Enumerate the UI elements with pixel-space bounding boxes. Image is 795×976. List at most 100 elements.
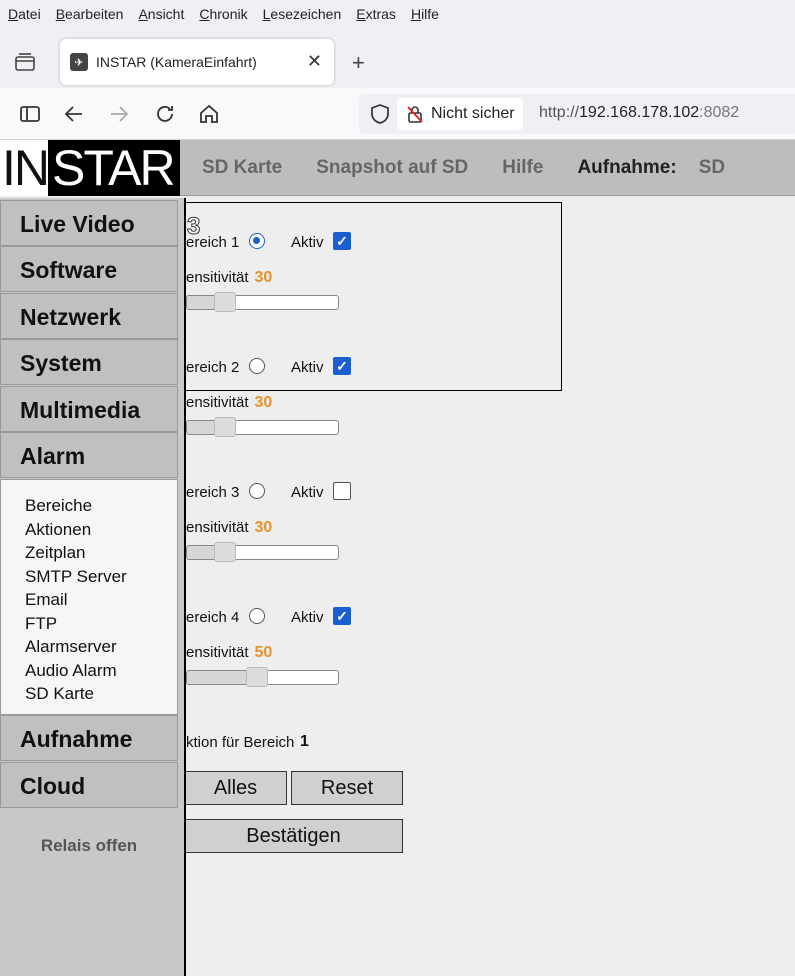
camera-favicon-icon: ✈ xyxy=(70,53,88,71)
area-2-active-checkbox[interactable]: ✓ xyxy=(333,357,351,375)
submenu-item-sd-karte[interactable]: SD Karte xyxy=(25,682,177,706)
menu-lesezeichen[interactable]: Lesezeichen xyxy=(263,6,342,22)
area-4-sensitivity: ensitivität 50 xyxy=(186,644,272,662)
close-tab-icon[interactable]: ✕ xyxy=(307,51,322,72)
top-nav: SD Karte Snapshot auf SD Hilfe Aufnahme:… xyxy=(202,157,759,179)
area-2-slider-thumb[interactable] xyxy=(214,417,236,437)
area-4-active-label: Aktiv xyxy=(291,609,324,626)
area-3-sens-label: ensitivität xyxy=(186,519,249,536)
area-1-sens-label: ensitivität xyxy=(186,269,249,286)
area-4-radio[interactable] xyxy=(249,608,265,624)
all-button[interactable]: Alles xyxy=(186,771,287,805)
area-2-sensitivity-slider[interactable] xyxy=(186,420,339,435)
submenu-item-aktionen[interactable]: Aktionen xyxy=(25,518,177,542)
url-scheme: http:// xyxy=(539,104,580,121)
nav-snapshot[interactable]: Snapshot auf SD xyxy=(316,157,468,179)
menu-extras[interactable]: Extras xyxy=(356,6,396,22)
sidebar-item-system[interactable]: System xyxy=(0,339,178,385)
area-2-sens-value: 30 xyxy=(254,394,273,411)
area-3-label: ereich 3 xyxy=(186,484,240,501)
logo-star: STAR xyxy=(48,140,180,196)
area-2-radio[interactable] xyxy=(249,358,265,374)
back-icon[interactable] xyxy=(62,102,86,126)
url-host: 192.168.178.102 xyxy=(579,104,700,121)
submenu-item-zeitplan[interactable]: Zeitplan xyxy=(25,541,177,565)
sidebar-toggle-icon[interactable] xyxy=(18,102,42,126)
area-3-radio[interactable] xyxy=(249,483,265,499)
area-4-sens-value: 50 xyxy=(254,644,273,661)
area-3-active-label: Aktiv xyxy=(291,484,324,501)
sidebar-item-aufnahme[interactable]: Aufnahme xyxy=(0,715,178,761)
url-port: :8082 xyxy=(699,104,740,121)
reload-icon[interactable] xyxy=(153,102,177,126)
area-3-active-checkbox[interactable] xyxy=(333,482,351,500)
reset-button[interactable]: Reset xyxy=(291,771,403,805)
tab-list-icon[interactable] xyxy=(10,50,40,76)
home-icon[interactable] xyxy=(197,102,221,126)
area-3-sensitivity: ensitivität 30 xyxy=(186,519,272,537)
area-1-label: ereich 1 xyxy=(186,234,240,251)
not-secure-badge[interactable]: Nicht sicher xyxy=(397,98,523,130)
tab-title: INSTAR (KameraEinfahrt) xyxy=(96,54,257,70)
forward-icon[interactable] xyxy=(107,102,131,126)
action-area-label: ktion für Bereich xyxy=(186,734,295,751)
area-3-sensitivity-slider[interactable] xyxy=(186,545,339,560)
record-value[interactable]: SD xyxy=(699,157,725,179)
url-bar[interactable]: Nicht sicher http://192.168.178.102:8082 xyxy=(359,94,795,134)
not-secure-label: Nicht sicher xyxy=(431,105,515,122)
sidebar-item-netzwerk[interactable]: Netzwerk xyxy=(0,293,178,339)
insecure-lock-icon xyxy=(405,104,425,124)
area-4-slider-thumb[interactable] xyxy=(246,667,268,687)
submenu-item-audio-alarm[interactable]: Audio Alarm xyxy=(25,659,177,683)
area-1-sens-value: 30 xyxy=(254,269,273,286)
new-tab-icon[interactable]: + xyxy=(352,50,365,76)
record-label: Aufnahme: xyxy=(577,157,677,178)
area-2-label: ereich 2 xyxy=(186,359,240,376)
menu-bearbeiten[interactable]: Bearbeiten xyxy=(56,6,124,22)
area-2-sensitivity: ensitivität 30 xyxy=(186,394,272,412)
logo-in: IN xyxy=(2,140,50,196)
area-1-sensitivity-slider[interactable] xyxy=(186,295,339,310)
browser-tab[interactable]: ✈ INSTAR (KameraEinfahrt) ✕ xyxy=(60,39,334,85)
submenu-item-bereiche[interactable]: Bereiche xyxy=(25,494,177,518)
confirm-button[interactable]: Bestätigen xyxy=(186,819,403,853)
shield-icon[interactable] xyxy=(369,103,391,125)
area-3-sens-value: 30 xyxy=(254,519,273,536)
alarm-submenu: Bereiche Aktionen Zeitplan SMTP Server E… xyxy=(0,479,178,715)
relay-status[interactable]: Relais offen xyxy=(0,836,178,856)
tab-bar: ✈ INSTAR (KameraEinfahrt) ✕ + xyxy=(0,28,795,88)
url-text[interactable]: http://192.168.178.102:8082 xyxy=(539,104,739,122)
area-2-sens-label: ensitivität xyxy=(186,394,249,411)
menu-datei[interactable]: Datei xyxy=(8,6,41,22)
menu-chronik[interactable]: Chronik xyxy=(199,6,247,22)
submenu-item-smtp[interactable]: SMTP Server xyxy=(25,565,177,589)
navigation-bar: Nicht sicher http://192.168.178.102:8082 xyxy=(0,88,795,140)
sidebar-item-cloud[interactable]: Cloud xyxy=(0,762,178,808)
action-area-value: 1 xyxy=(300,733,309,750)
area-4-sens-label: ensitivität xyxy=(186,644,249,661)
area-1-slider-thumb[interactable] xyxy=(214,292,236,312)
menu-hilfe[interactable]: Hilfe xyxy=(411,6,439,22)
nav-sd-karte[interactable]: SD Karte xyxy=(202,157,282,179)
menu-ansicht[interactable]: Ansicht xyxy=(138,6,184,22)
alarm-areas-panel: 3 ereich 1 Aktiv ✓ ensitivität 30 ereich … xyxy=(186,198,795,976)
area-1-radio[interactable] xyxy=(249,233,265,249)
area-2-active-label: Aktiv xyxy=(291,359,324,376)
nav-hilfe[interactable]: Hilfe xyxy=(502,157,543,179)
sidebar-item-multimedia[interactable]: Multimedia xyxy=(0,386,178,432)
area-1-active-label: Aktiv xyxy=(291,234,324,251)
page-header: IN STAR SD Karte Snapshot auf SD Hilfe Au… xyxy=(0,140,795,196)
area-1-sensitivity: ensitivität 30 xyxy=(186,269,272,287)
area-1-active-checkbox[interactable]: ✓ xyxy=(333,232,351,250)
sidebar-item-alarm[interactable]: Alarm xyxy=(0,432,178,478)
area-4-label: ereich 4 xyxy=(186,609,240,626)
submenu-item-alarmserver[interactable]: Alarmserver xyxy=(25,635,177,659)
sidebar-item-live-video[interactable]: Live Video xyxy=(0,200,178,246)
area-3-slider-thumb[interactable] xyxy=(214,542,236,562)
sidebar-item-software[interactable]: Software xyxy=(0,246,178,292)
sidebar: Live Video Software Netzwerk System Mult… xyxy=(0,198,186,976)
area-4-active-checkbox[interactable]: ✓ xyxy=(333,607,351,625)
instar-logo[interactable]: IN STAR xyxy=(0,140,180,196)
submenu-item-email[interactable]: Email xyxy=(25,588,177,612)
submenu-item-ftp[interactable]: FTP xyxy=(25,612,177,636)
